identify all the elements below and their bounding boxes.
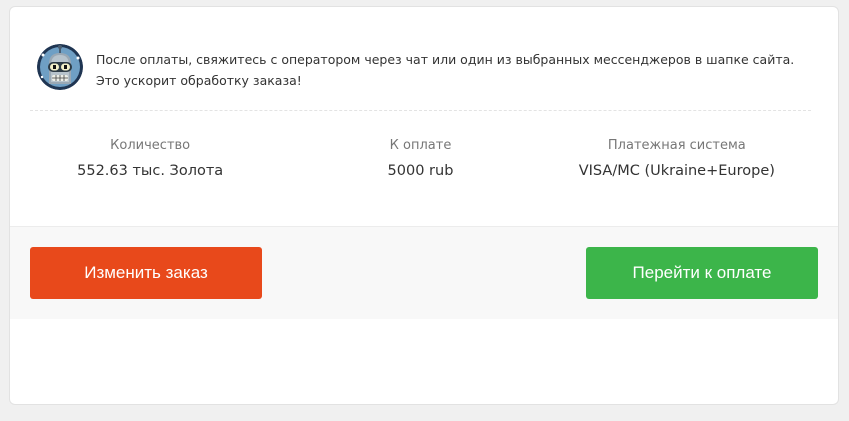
payment-system-value: VISA/MC (Ukraine+Europe) (578, 163, 775, 179)
notice-line-2: Это ускорит обработку заказа! (96, 73, 302, 88)
quantity-value: 552.63 тыс. Золота (77, 163, 224, 179)
payment-system-label: Платежная система (607, 138, 746, 153)
operator-notice: После оплаты, свяжитесь с оператором чер… (37, 44, 796, 91)
actions-footer: Изменить заказ Перейти к оплате (10, 226, 838, 319)
edit-order-button[interactable]: Изменить заказ (30, 247, 262, 299)
summary-amount: К оплате 5000 rub (290, 137, 550, 181)
summary-quantity: Количество 552.63 тыс. Золота (20, 137, 280, 181)
amount-value: 5000 rub (387, 163, 454, 179)
proceed-to-payment-button[interactable]: Перейти к оплате (586, 247, 818, 299)
amount-label: К оплате (389, 138, 452, 153)
quantity-label: Количество (110, 138, 191, 153)
dashed-divider (30, 110, 811, 111)
summary-payment-system: Платежная система VISA/MC (Ukraine+Europ… (547, 137, 807, 181)
bender-robot-avatar-icon (37, 44, 83, 90)
notice-text: После оплаты, свяжитесь с оператором чер… (96, 49, 796, 91)
order-summary: Количество 552.63 тыс. Золота К оплате 5… (30, 137, 811, 181)
order-confirmation-card: После оплаты, свяжитесь с оператором чер… (9, 6, 839, 405)
notice-line-1: После оплаты, свяжитесь с оператором чер… (96, 52, 795, 67)
